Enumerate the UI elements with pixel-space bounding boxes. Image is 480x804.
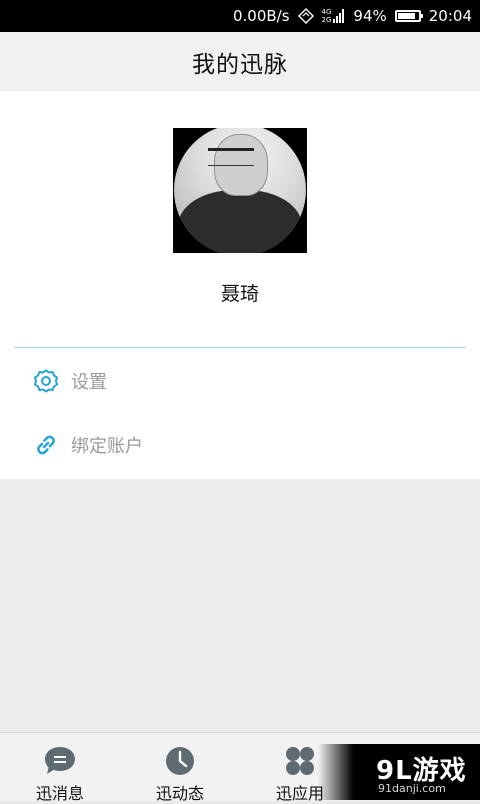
data-transfer-icon — [297, 8, 314, 24]
battery-icon — [394, 10, 423, 22]
clock: 20:04 — [428, 7, 472, 25]
battery-fill — [397, 13, 415, 19]
bind-account-item[interactable]: 绑定账户 — [0, 414, 480, 476]
page-title: 我的迅脉 — [192, 51, 288, 78]
bind-account-label: 绑定账户 — [71, 436, 143, 457]
signal-icon: 4G 2G — [322, 8, 346, 24]
tab-moments-label: 迅动态 — [155, 784, 204, 803]
user-name: 聂琦 — [220, 283, 259, 305]
profile-panel: 聂琦 设置 绑定账户 — [0, 91, 480, 479]
clock-icon — [166, 747, 194, 775]
watermark: 9L游戏 91danji.com — [318, 744, 480, 800]
network-type-top: 4G — [321, 8, 332, 16]
clover-icon — [286, 747, 314, 775]
status-bar: 0.00B/s 4G 2G 94% 20:04 — [0, 0, 480, 32]
network-speed: 0.00B/s — [232, 7, 290, 25]
avatar[interactable] — [173, 128, 307, 253]
chat-bubble-icon — [45, 747, 75, 774]
tab-messages-label: 迅消息 — [35, 784, 84, 803]
settings-label: 设置 — [71, 372, 107, 393]
tab-messages[interactable]: 迅消息 — [0, 733, 120, 803]
divider — [14, 347, 466, 348]
link-icon — [37, 435, 55, 455]
battery-percent: 94% — [353, 7, 387, 25]
settings-item[interactable]: 设置 — [0, 350, 480, 412]
avatar-photo — [174, 128, 306, 253]
network-type-bottom: 2G — [321, 16, 332, 24]
tab-moments[interactable]: 迅动态 — [120, 733, 240, 803]
gear-icon — [33, 369, 59, 393]
watermark-url: 91danji.com — [378, 782, 446, 795]
title-bar: 我的迅脉 — [0, 32, 480, 91]
